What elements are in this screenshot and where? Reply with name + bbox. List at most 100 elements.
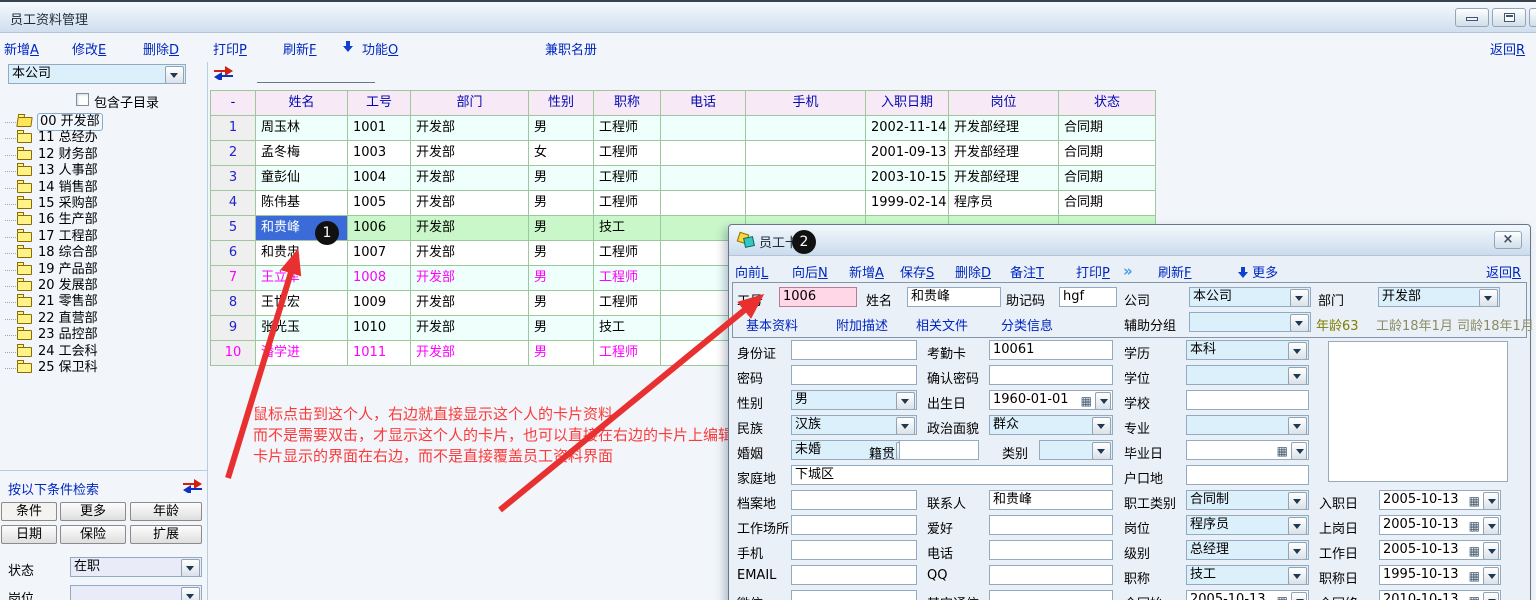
tree-item-21[interactable]: 21 零售部 [0, 294, 206, 310]
tree-item-23[interactable]: 23 品控部 [0, 327, 206, 343]
calendar-icon[interactable]: ▦ [1469, 567, 1480, 585]
cell-title[interactable]: 技工 [594, 216, 661, 241]
chevron-down-icon[interactable] [1288, 567, 1307, 585]
cell-dept[interactable]: 开发部 [411, 341, 529, 366]
cell-gender[interactable]: 男 [529, 216, 594, 241]
tree-item-11[interactable]: 11 总经办 [0, 130, 206, 146]
field-contract-start[interactable]: 2005-10-13▦ [1186, 590, 1309, 600]
aux-group-select[interactable] [1189, 312, 1311, 332]
chevron-down-icon[interactable] [1092, 442, 1111, 460]
field-nation[interactable]: 汉族 [791, 415, 917, 435]
cell-name[interactable]: 孟冬梅 [256, 141, 348, 166]
cell-num[interactable]: 6 [211, 241, 256, 266]
chevron-down-icon[interactable] [1291, 442, 1307, 460]
cell-hire[interactable]: 2003-10-15 [866, 166, 949, 191]
field-post[interactable]: 程序员 [1186, 515, 1309, 535]
cell-phone[interactable] [661, 141, 746, 166]
menu-item-functions[interactable]: 功能O [362, 39, 398, 58]
chevron-down-icon[interactable] [896, 417, 915, 435]
cell-num[interactable]: 3 [211, 166, 256, 191]
cell-name[interactable]: 童彭仙 [256, 166, 348, 191]
field-grad-date[interactable]: ▦ [1186, 440, 1309, 460]
tree-item-18[interactable]: 18 综合部 [0, 245, 206, 261]
search-button-0[interactable]: 条件 [1, 502, 57, 521]
field-birth-date[interactable]: 1960-01-01▦ [989, 390, 1113, 410]
tree-item-13[interactable]: 13 人事部 [0, 163, 206, 179]
field-home-address[interactable]: 下城区 [791, 465, 1113, 485]
menu-item-print[interactable]: 打印P [213, 39, 247, 58]
calendar-icon[interactable]: ▦ [1469, 517, 1480, 535]
cell-name[interactable]: 陈伟基 [256, 191, 348, 216]
field-level[interactable]: 总经理 [1186, 540, 1309, 560]
cell-title[interactable]: 工程师 [594, 341, 661, 366]
cell-id[interactable]: 1009 [348, 291, 411, 316]
cell-phone[interactable] [661, 166, 746, 191]
calendar-icon[interactable]: ▦ [1081, 392, 1092, 410]
field-contract-end[interactable]: 2010-10-13▦ [1379, 590, 1501, 600]
cell-num[interactable]: 2 [211, 141, 256, 166]
cell-id[interactable]: 1011 [348, 341, 411, 366]
cell-gender[interactable]: 男 [529, 316, 594, 341]
cell-dept[interactable]: 开发部 [411, 316, 529, 341]
field-password[interactable] [791, 365, 917, 385]
menu-item-delete[interactable]: 删除D [143, 39, 179, 58]
search-button-3[interactable]: 日期 [1, 525, 57, 544]
field-other-comm[interactable] [989, 590, 1113, 600]
chevron-down-icon[interactable] [1288, 342, 1307, 360]
close-button[interactable] [1529, 8, 1536, 27]
field-archive-place[interactable] [791, 490, 917, 510]
table-header-status[interactable]: 状态 [1059, 91, 1156, 116]
emp-no-field[interactable]: 1006 [779, 287, 857, 307]
dialog-toolbar-add[interactable]: 新增A [849, 262, 884, 281]
dialog-toolbar-refresh[interactable]: 刷新F [1158, 262, 1192, 281]
chevron-down-icon[interactable] [1095, 392, 1111, 410]
chevron-down-icon[interactable] [1288, 517, 1307, 535]
cell-dept[interactable]: 开发部 [411, 191, 529, 216]
cell-post[interactable]: 开发部经理 [949, 116, 1059, 141]
table-header-dept[interactable]: 部门 [411, 91, 529, 116]
cell-id[interactable]: 1010 [348, 316, 411, 341]
cell-num[interactable]: 5 [211, 216, 256, 241]
company-select[interactable]: 本公司 [1189, 287, 1311, 307]
chevron-down-icon[interactable] [1288, 417, 1307, 435]
cell-num[interactable]: 7 [211, 266, 256, 291]
chevron-down-icon[interactable] [1092, 417, 1111, 435]
field-email[interactable] [791, 565, 917, 585]
cell-dept[interactable]: 开发部 [411, 266, 529, 291]
cell-num[interactable]: 4 [211, 191, 256, 216]
cell-id[interactable]: 1005 [348, 191, 411, 216]
dialog-toolbar-expand[interactable]: » [1123, 262, 1133, 280]
chevron-down-icon[interactable] [1291, 592, 1307, 600]
tab-2[interactable]: 相关文件 [916, 315, 968, 334]
cell-hire[interactable]: 2002-11-14 [866, 116, 949, 141]
field-workplace[interactable] [791, 515, 917, 535]
field-mobile[interactable] [791, 540, 917, 560]
field-attend-card[interactable]: 10061 [989, 340, 1113, 360]
search-button-2[interactable]: 年龄 [130, 502, 202, 521]
menu-item-add[interactable]: 新增A [4, 39, 39, 58]
table-header-title[interactable]: 职称 [594, 91, 661, 116]
tree-item-14[interactable]: 14 销售部 [0, 180, 206, 196]
cell-gender[interactable]: 男 [529, 166, 594, 191]
field-school[interactable] [1186, 390, 1309, 410]
cell-title[interactable]: 工程师 [594, 291, 661, 316]
cell-gender[interactable]: 男 [529, 116, 594, 141]
cell-name[interactable]: 和贵忠 [256, 241, 348, 266]
cell-mobile[interactable] [746, 191, 866, 216]
search-button-4[interactable]: 保险 [60, 525, 126, 544]
dialog-toolbar-print[interactable]: 打印P [1076, 262, 1110, 281]
menu-item-roster[interactable]: 兼职名册 [545, 39, 597, 58]
cell-status[interactable]: 合同期 [1059, 141, 1156, 166]
cell-name[interactable]: 王立军 [256, 266, 348, 291]
dialog-toolbar-next[interactable]: 向后N [792, 262, 828, 281]
tree-item-16[interactable]: 16 生产部 [0, 212, 206, 228]
chevron-down-icon[interactable] [1483, 592, 1499, 600]
cell-gender[interactable]: 男 [529, 266, 594, 291]
field-gender[interactable]: 男 [791, 390, 917, 410]
field-qq[interactable] [989, 565, 1113, 585]
chevron-down-icon[interactable] [181, 559, 200, 577]
cell-gender[interactable]: 男 [529, 291, 594, 316]
minimize-button[interactable] [1455, 8, 1489, 27]
cell-title[interactable]: 工程师 [594, 266, 661, 291]
tree-item-17[interactable]: 17 工程部 [0, 229, 206, 245]
